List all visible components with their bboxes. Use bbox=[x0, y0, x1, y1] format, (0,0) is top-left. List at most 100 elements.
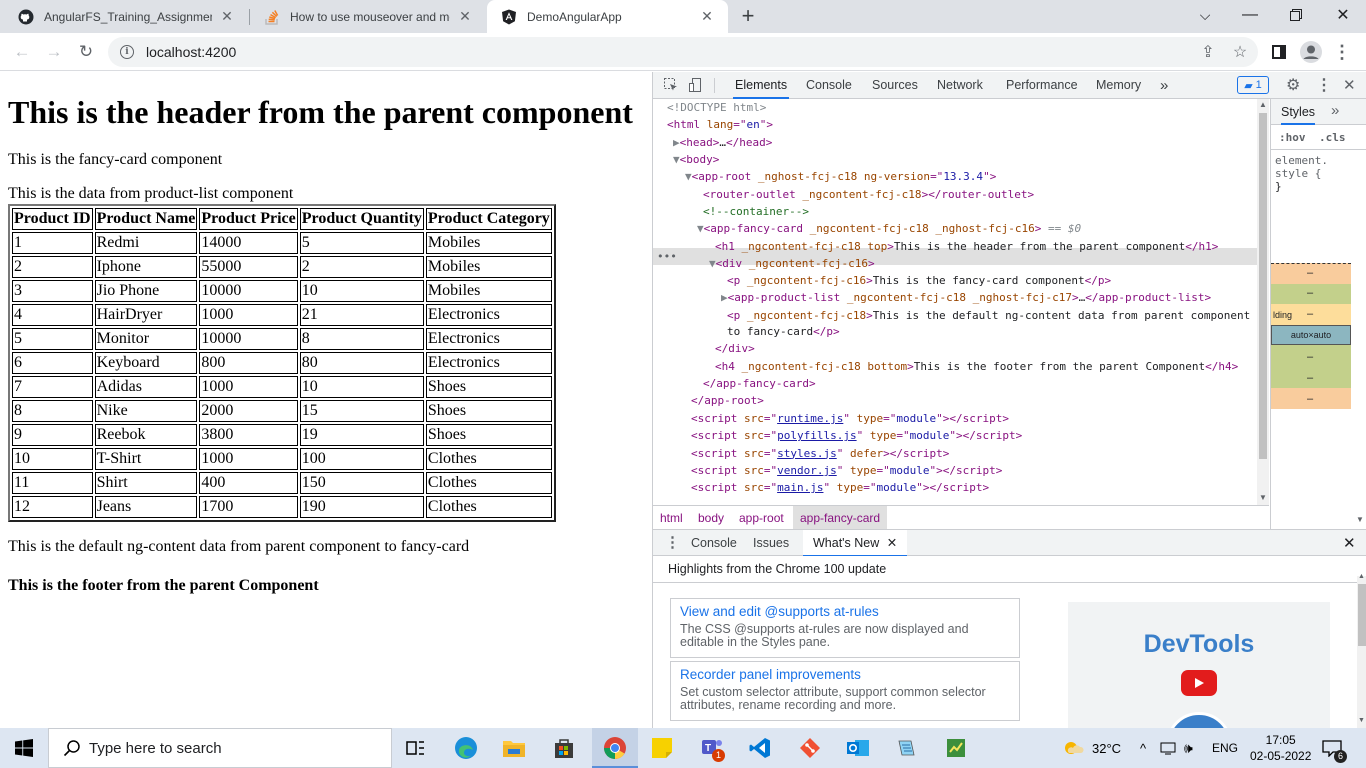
dom-node-line[interactable]: <p _ngcontent-fcj-c18>This is the defaul… bbox=[727, 307, 1250, 324]
settings-gear-icon[interactable]: ⚙ bbox=[1286, 75, 1300, 95]
dom-node-line[interactable]: <!--container--> bbox=[703, 203, 809, 220]
tab-styles[interactable]: Styles bbox=[1281, 105, 1316, 125]
weather-widget[interactable]: 32°C bbox=[1062, 728, 1121, 768]
script-link[interactable]: polyfills.js bbox=[777, 429, 856, 442]
devtools-menu-icon[interactable]: ⋮ bbox=[1316, 75, 1332, 95]
new-tab-button[interactable]: + bbox=[736, 5, 760, 29]
dom-node-line[interactable]: <h4 _ngcontent-fcj-c18 bottom>This is th… bbox=[715, 358, 1238, 375]
close-window-button[interactable]: ✕ bbox=[1320, 0, 1366, 30]
dom-node-line[interactable]: <router-outlet _ngcontent-fcj-c18></rout… bbox=[703, 186, 1034, 203]
scrollbar-thumb[interactable] bbox=[1259, 113, 1267, 459]
card-title[interactable]: View and edit @supports at-rules bbox=[680, 603, 1010, 620]
whats-new-card[interactable]: Recorder panel improvements Set custom s… bbox=[670, 661, 1020, 721]
close-drawer-icon[interactable]: ✕ bbox=[1343, 534, 1356, 552]
more-tabs-icon[interactable]: » bbox=[1158, 72, 1170, 99]
script-link[interactable]: vendor.js bbox=[777, 464, 837, 477]
dom-node-line[interactable]: ▼<app-root _nghost-fcj-c18 ng-version="1… bbox=[685, 168, 996, 185]
language-indicator[interactable]: ENG bbox=[1212, 728, 1238, 768]
node-ellipsis-icon[interactable]: ••• bbox=[657, 248, 677, 265]
breadcrumb-app-root[interactable]: app-root bbox=[732, 506, 791, 530]
script-link[interactable]: styles.js bbox=[777, 447, 837, 460]
close-icon[interactable]: ✕ bbox=[887, 536, 897, 550]
dom-node-line[interactable]: <p _ngcontent-fcj-c16>This is the fancy-… bbox=[727, 272, 1111, 289]
windows-start-icon[interactable] bbox=[8, 732, 40, 764]
tab-github[interactable]: AngularFS_Training_Assignments ✕ bbox=[4, 0, 248, 33]
menu-icon[interactable]: ⋮ bbox=[1328, 38, 1356, 66]
script-tag-line[interactable]: <script src="runtime.js" type="module"><… bbox=[691, 410, 1009, 427]
restore-button[interactable] bbox=[1273, 0, 1319, 30]
whats-new-card[interactable]: View and edit @supports at-rules The CSS… bbox=[670, 598, 1020, 658]
reload-button[interactable]: ↻ bbox=[72, 38, 100, 66]
notification-icon[interactable]: 6 bbox=[1322, 728, 1347, 768]
vscode-icon[interactable] bbox=[744, 732, 776, 764]
greenshot-icon[interactable] bbox=[940, 732, 972, 764]
script-tag-line[interactable]: <script src="main.js" type="module"></sc… bbox=[691, 479, 989, 496]
dom-node-line[interactable]: to fancy-card</p> bbox=[727, 323, 840, 340]
file-explorer-icon[interactable] bbox=[498, 732, 530, 764]
drawer-menu-icon[interactable]: ⋮ bbox=[665, 533, 680, 551]
dom-node-line[interactable]: ▼<app-fancy-card _ngcontent-fcj-c18 _ngh… bbox=[697, 220, 1081, 237]
more-tabs-icon[interactable]: » bbox=[1331, 102, 1339, 119]
close-devtools-icon[interactable]: ✕ bbox=[1343, 76, 1356, 94]
chrome-icon[interactable] bbox=[599, 732, 631, 764]
volume-icon[interactable]: 🕪 bbox=[1184, 728, 1193, 768]
forward-button[interactable]: → bbox=[40, 38, 68, 66]
back-button[interactable]: ← bbox=[8, 38, 36, 66]
dom-node-line[interactable]: <!DOCTYPE html> bbox=[667, 99, 766, 116]
inspect-element-icon[interactable] bbox=[663, 77, 679, 93]
profile-avatar[interactable] bbox=[1297, 38, 1325, 66]
minimize-button[interactable]: — bbox=[1227, 0, 1273, 30]
dom-node-line[interactable]: </app-fancy-card> bbox=[703, 375, 816, 392]
script-link[interactable]: runtime.js bbox=[777, 412, 843, 425]
store-icon[interactable] bbox=[548, 732, 580, 764]
scrollbar-thumb[interactable] bbox=[1358, 584, 1366, 646]
drawer-tab-console[interactable]: Console bbox=[691, 530, 737, 556]
dom-node-line[interactable]: ▼<div _ngcontent-fcj-c16> bbox=[709, 255, 875, 272]
side-panel-icon[interactable] bbox=[1265, 38, 1293, 66]
dom-node-line[interactable]: ▼<body> bbox=[673, 151, 719, 168]
scroll-down-icon[interactable]: ▼ bbox=[1356, 515, 1364, 524]
device-toolbar-icon[interactable] bbox=[688, 77, 704, 93]
taskbar-search[interactable]: Type here to search bbox=[48, 728, 392, 768]
tab-search-icon[interactable]: ⌵ bbox=[1182, 0, 1228, 30]
notepad-icon[interactable] bbox=[890, 732, 922, 764]
issues-badge[interactable]: ▰ 1 bbox=[1237, 76, 1269, 94]
tab-demoangularapp[interactable]: DemoAngularApp ✕ bbox=[487, 0, 728, 33]
script-link[interactable]: main.js bbox=[777, 481, 823, 494]
dom-node-line[interactable]: </div> bbox=[715, 340, 755, 357]
script-tag-line[interactable]: <script src="polyfills.js" type="module"… bbox=[691, 427, 1022, 444]
address-bar[interactable]: i localhost:4200 bbox=[108, 37, 1258, 67]
tab-network[interactable]: Network bbox=[935, 72, 985, 99]
dom-node-line[interactable]: ▶<app-product-list _ngcontent-fcj-c18 _n… bbox=[721, 289, 1211, 306]
share-icon[interactable]: ⇪ bbox=[1194, 38, 1222, 66]
scroll-up-icon[interactable]: ▲ bbox=[1259, 100, 1267, 109]
tray-chevron-icon[interactable]: ^ bbox=[1140, 728, 1146, 768]
tab-performance[interactable]: Performance bbox=[1004, 72, 1080, 99]
network-icon[interactable] bbox=[1160, 728, 1176, 768]
dom-node-line[interactable]: <h1 _ngcontent-fcj-c18 top>This is the h… bbox=[715, 238, 1218, 255]
script-tag-line[interactable]: <script src="styles.js" defer></script> bbox=[691, 445, 949, 462]
scroll-down-icon[interactable]: ▼ bbox=[1259, 493, 1267, 502]
dom-node-line[interactable]: </app-root> bbox=[691, 392, 764, 409]
git-icon[interactable] bbox=[794, 732, 826, 764]
scroll-down-icon[interactable]: ▼ bbox=[1358, 717, 1365, 724]
close-icon[interactable]: ✕ bbox=[218, 8, 236, 26]
close-icon[interactable]: ✕ bbox=[698, 8, 716, 26]
class-toggle[interactable]: .cls bbox=[1319, 131, 1346, 144]
tab-elements[interactable]: Elements bbox=[733, 72, 790, 99]
youtube-play-icon[interactable] bbox=[1181, 670, 1217, 696]
clock[interactable]: 17:05 02-05-2022 bbox=[1250, 728, 1311, 768]
teams-icon[interactable]: T 1 bbox=[696, 732, 728, 764]
tab-sources[interactable]: Sources bbox=[870, 72, 920, 99]
dom-node-line[interactable]: ▶<head>…</head> bbox=[673, 134, 772, 151]
outlook-icon[interactable] bbox=[842, 732, 874, 764]
breadcrumb-app-fancy-card[interactable]: app-fancy-card bbox=[793, 506, 888, 530]
elements-scrollbar[interactable]: ▲ ▼ bbox=[1257, 99, 1269, 505]
tab-console[interactable]: Console bbox=[804, 72, 854, 99]
script-tag-line[interactable]: <script src="vendor.js" type="module"></… bbox=[691, 462, 1002, 479]
sticky-notes-icon[interactable] bbox=[646, 732, 678, 764]
tab-memory[interactable]: Memory bbox=[1094, 72, 1143, 99]
drawer-tab-whats-new[interactable]: What's New ✕ bbox=[803, 530, 908, 557]
edge-icon[interactable] bbox=[450, 732, 482, 764]
bookmark-star-icon[interactable]: ☆ bbox=[1226, 38, 1254, 66]
